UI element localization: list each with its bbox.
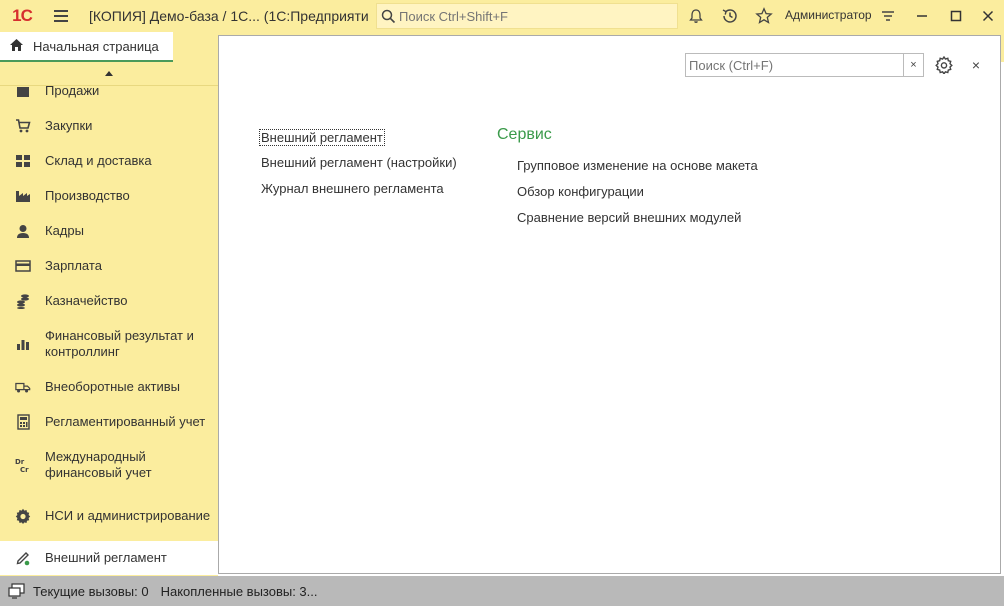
sidebar-item-label: Склад и доставка [45,153,152,168]
hamburger-icon[interactable] [44,0,78,32]
settings-lines-icon[interactable] [876,4,900,28]
sidebar-item-label: Производство [45,188,130,203]
person-icon [15,223,31,239]
wallet-icon [15,258,31,274]
sidebar-item-label: Международный финансовый учет [45,449,152,480]
sidebar-item-international-accounting[interactable]: Dr Cr Международный финансовый учет [0,448,218,482]
user-name[interactable]: Администратор [785,8,872,22]
history-icon[interactable] [718,4,742,28]
sidebar-item-external-regulation[interactable]: Внешний регламент [0,541,218,575]
link-compare-module-versions[interactable]: Сравнение версий внешних модулей [517,210,741,225]
triangle-up-icon [105,71,113,76]
dr-cr-icon: Dr Cr [15,457,31,473]
link-external-regulation[interactable]: Внешний регламент [259,129,385,146]
accumulated-calls: Накопленные вызовы: 3... [160,583,318,599]
search-clear-button[interactable]: × [903,54,923,76]
pen-icon [15,550,31,566]
sidebar-item-label: Зарплата [45,258,102,273]
form-search-box[interactable]: × [685,53,924,77]
sidebar-item-label: Внеоборотные активы [45,379,181,394]
form-close-button[interactable]: × [966,54,986,76]
sidebar-item-label: Финансовый результат и контроллинг [45,328,194,359]
sidebar-item-label: Внешний регламент [45,550,167,565]
status-bar: Текущие вызовы: 0 Накопленные вызовы: 3.… [0,576,1004,606]
tab-home-label: Начальная страница [33,38,159,54]
logo-1c[interactable]: 1С [0,0,44,32]
svg-text:Dr: Dr [15,458,25,466]
sidebar-item-salary[interactable]: Зарплата [0,257,218,275]
sidebar-item-production[interactable]: Производство [0,187,218,205]
star-icon[interactable] [752,4,776,28]
tab-home[interactable]: Начальная страница [0,32,173,62]
home-icon [9,38,24,55]
sidebar-item-purchases[interactable]: Закупки [0,117,218,135]
sidebar-item-admin[interactable]: НСИ и администрирование [0,499,218,533]
bar-chart-icon [15,336,31,352]
current-calls: Текущие вызовы: 0 [33,583,149,599]
bell-icon[interactable] [684,4,708,28]
link-configuration-overview[interactable]: Обзор конфигурации [517,184,644,199]
service-group-title: Сервис [497,126,552,143]
sidebar-item-label: Регламентированный учет [45,414,206,429]
link-group-change-by-template[interactable]: Групповое изменение на основе макета [517,158,758,173]
coins-icon [15,293,31,309]
settings-gear-icon[interactable] [933,54,955,76]
global-search-box[interactable] [376,3,678,29]
sidebar-item-warehouse[interactable]: Склад и доставка [0,152,218,170]
form-search-input[interactable] [686,54,903,76]
link-external-regulation-settings[interactable]: Внешний регламент (настройки) [261,155,457,170]
app-title: [КОПИЯ] Демо-база / 1С... (1С:Предприяти… [89,8,369,24]
maximize-icon[interactable] [944,4,968,28]
sidebar-item-label: Закупки [45,118,93,133]
monitor-icon[interactable] [6,580,28,602]
sidebar-item-financial-result[interactable]: Финансовый результат и контроллинг [0,327,218,361]
global-search-input[interactable] [399,8,669,24]
sidebar-scroll-up[interactable] [0,62,218,86]
close-icon[interactable] [976,4,1000,28]
gear-icon [15,508,31,524]
factory-icon [15,188,31,204]
warehouse-icon [15,153,31,169]
sidebar-item-treasury[interactable]: Казначейство [0,292,218,310]
truck-icon [15,379,31,395]
minimize-icon[interactable] [910,4,934,28]
sidebar-item-label: Кадры [45,223,84,238]
sidebar-item-regulated-accounting[interactable]: Регламентированный учет [0,413,218,431]
cart-icon [15,118,31,134]
main-panel: × × Внешний регламент Внешний регламент … [218,35,1001,574]
search-icon [377,4,399,28]
sidebar-item-hr[interactable]: Кадры [0,222,218,240]
sidebar-item-fixed-assets[interactable]: Внеоборотные активы [0,378,218,396]
link-external-regulation-journal[interactable]: Журнал внешнего регламента [261,181,444,196]
sidebar-item-label: НСИ и администрирование [45,508,211,523]
sidebar-item-label: Казначейство [45,293,128,308]
svg-text:Cr: Cr [20,466,29,473]
calculator-icon [15,414,31,430]
